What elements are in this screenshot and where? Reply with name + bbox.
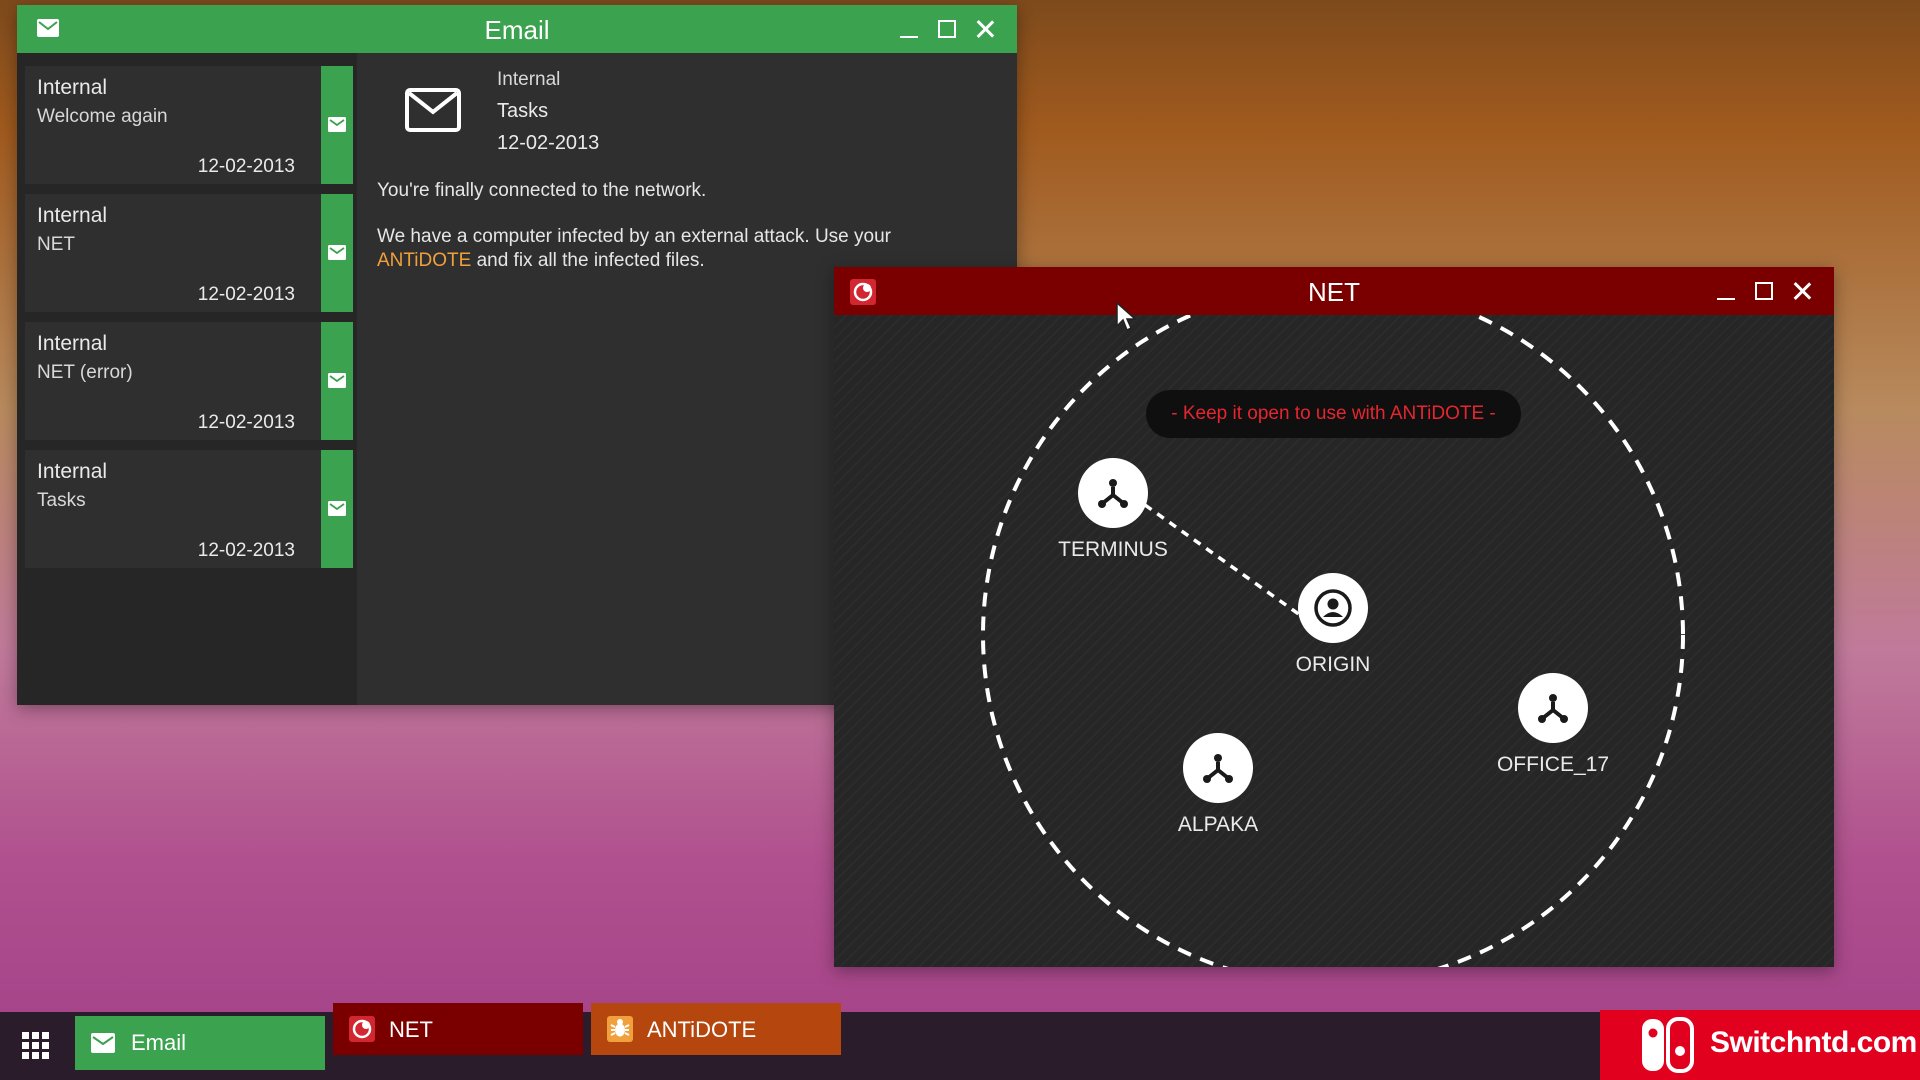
mail-icon (328, 117, 346, 132)
minimize-button[interactable] (1714, 279, 1738, 303)
close-button[interactable] (1790, 279, 1814, 303)
console-logo-icon (1642, 1017, 1694, 1073)
brand-watermark: Switchntd.com (1600, 1010, 1920, 1080)
mail-subject: Welcome again (37, 106, 168, 127)
mail-date: 12-02-2013 (197, 156, 295, 177)
reader-from: Internal (497, 69, 561, 90)
taskbar-antidote-label: ANTiDOTE (647, 1017, 757, 1042)
taskbar-email-button[interactable]: Email (75, 1016, 325, 1070)
reader-date: 12-02-2013 (497, 132, 600, 154)
mail-icon (328, 373, 346, 388)
server-node-icon (1518, 673, 1588, 743)
net-window-title: NET (1308, 277, 1360, 307)
mail-from: Internal (37, 76, 108, 99)
mail-icon (91, 1033, 115, 1053)
taskbar-antidote-button[interactable]: ANTiDOTE (591, 1003, 841, 1055)
bug-icon (607, 1016, 633, 1042)
mail-status-flag (321, 322, 353, 440)
node-label: ORIGIN (1295, 653, 1371, 676)
reader-subject: Tasks (497, 100, 549, 122)
net-hint: - Keep it open to use with ANTiDOTE - (1146, 390, 1521, 438)
taskbar-net-label: NET (389, 1017, 433, 1042)
mail-status-flag (321, 194, 353, 312)
mail-item-welcome[interactable]: Internal Welcome again 12-02-2013 (25, 66, 353, 184)
net-titlebar[interactable]: NET (834, 267, 1834, 315)
mail-from: Internal (37, 332, 108, 355)
taskbar-email-label: Email (131, 1030, 187, 1055)
mail-list: Internal Welcome again 12-02-2013 Intern… (17, 53, 357, 705)
mail-icon (328, 501, 346, 516)
server-node-icon (1183, 733, 1253, 803)
reader-body-line: You're finally connected to the network. (377, 180, 707, 201)
mail-status-flag (321, 66, 353, 184)
node-office-17[interactable]: OFFICE_17 (1473, 673, 1633, 777)
email-window-title: Email (484, 15, 550, 45)
apps-grid-button[interactable] (22, 1032, 50, 1060)
node-label: TERMINUS (1058, 538, 1168, 561)
brand-text: Switchntd.com (1710, 1026, 1917, 1059)
node-alpaka[interactable]: ALPAKA (1138, 733, 1298, 837)
body-text: We have a computer infected by an extern… (377, 226, 891, 247)
close-button[interactable] (973, 17, 997, 41)
mail-date: 12-02-2013 (197, 540, 295, 561)
server-node-icon (1078, 458, 1148, 528)
taskbar-net-button[interactable]: NET (333, 1003, 583, 1055)
node-origin[interactable]: ORIGIN (1253, 573, 1413, 677)
antidote-link: ANTiDOTE (377, 250, 472, 271)
minimize-button[interactable] (897, 17, 921, 41)
mail-date: 12-02-2013 (197, 284, 295, 305)
mail-icon (328, 245, 346, 260)
maximize-button[interactable] (1752, 279, 1776, 303)
envelope-icon (405, 88, 461, 132)
mail-item-net-error[interactable]: Internal NET (error) 12-02-2013 (25, 322, 353, 440)
network-map: - Keep it open to use with ANTiDOTE - TE… (834, 315, 1834, 967)
user-node-icon (1298, 573, 1368, 643)
net-app-icon (349, 1016, 375, 1042)
net-window: NET - Keep it open to use with ANTiDOTE … (834, 267, 1834, 967)
email-titlebar[interactable]: Email (17, 5, 1017, 53)
reader-body-line: We have a computer infected by an extern… (377, 225, 997, 273)
mail-subject: NET (37, 234, 75, 255)
body-text: and fix all the infected files. (471, 250, 705, 271)
node-terminus[interactable]: TERMINUS (1033, 458, 1193, 562)
node-label: OFFICE_17 (1496, 753, 1610, 776)
mail-date: 12-02-2013 (197, 412, 295, 433)
mouse-cursor-icon (1116, 302, 1137, 332)
mail-item-tasks[interactable]: Internal Tasks 12-02-2013 (25, 450, 353, 568)
mail-from: Internal (37, 460, 108, 483)
node-label: ALPAKA (1177, 813, 1259, 836)
mail-status-flag (321, 450, 353, 568)
maximize-button[interactable] (935, 17, 959, 41)
mail-subject: Tasks (37, 490, 86, 511)
mail-subject: NET (error) (37, 362, 133, 383)
mail-from: Internal (37, 204, 108, 227)
mail-item-net[interactable]: Internal NET 12-02-2013 (25, 194, 353, 312)
